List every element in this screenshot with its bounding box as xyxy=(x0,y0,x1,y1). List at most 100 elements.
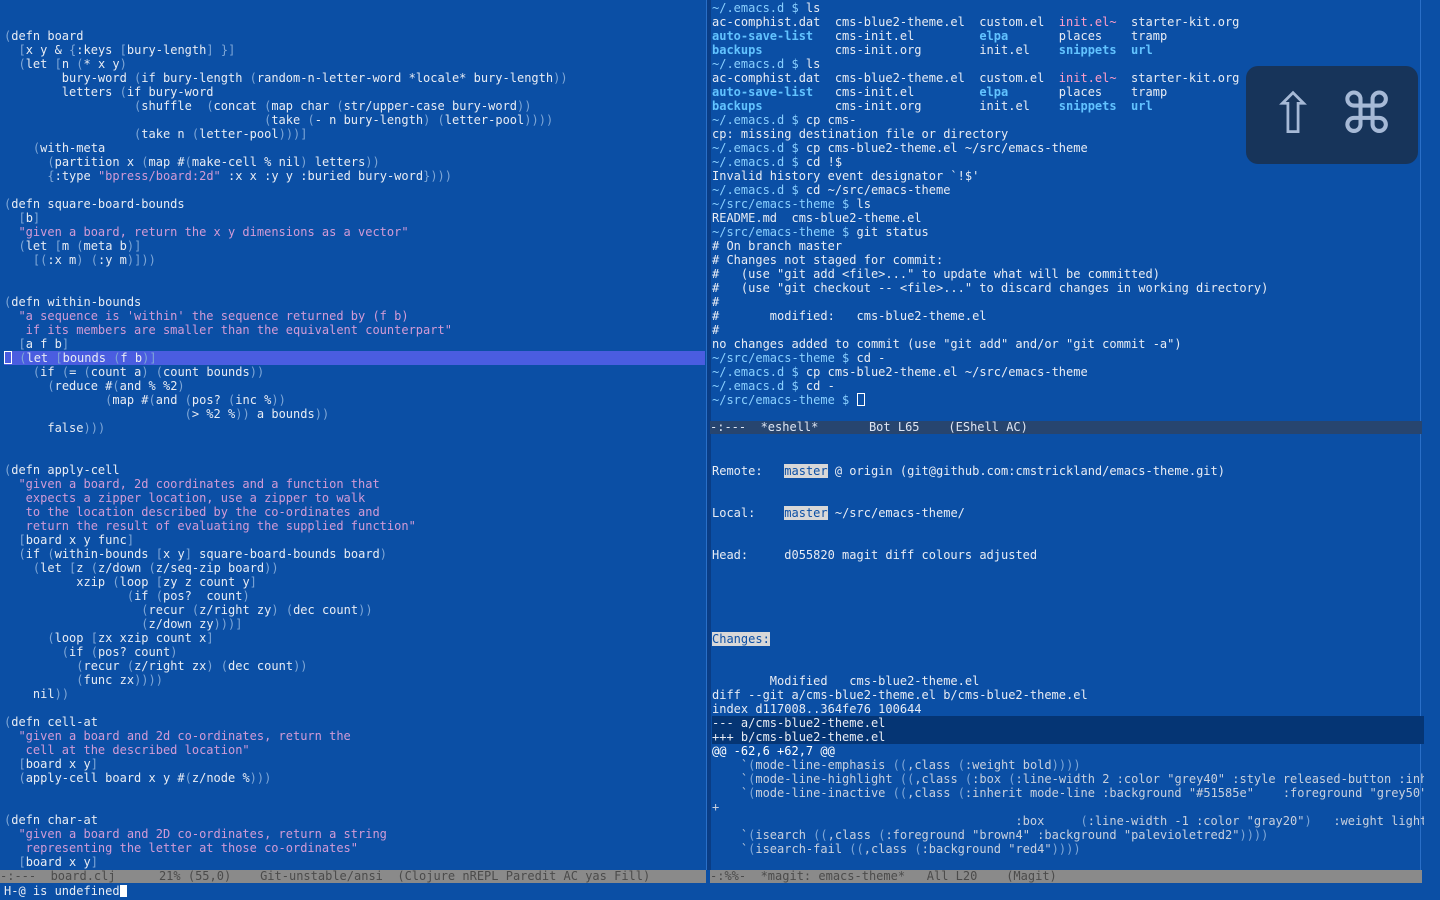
eshell-line: ~/.emacs.d $ cp cms-blue2-theme.el ~/src… xyxy=(712,365,1088,379)
diff-line: @@ -62,6 +62,7 @@ xyxy=(712,744,835,758)
code-line: (let [z (z/down (z/seq-zip board)) xyxy=(32,561,279,575)
code-line: (func zx)))) xyxy=(76,673,163,687)
eshell-line: ~/src/emacs-theme $ xyxy=(712,393,1418,407)
code-line: "given a board, return the x y dimension… xyxy=(18,225,409,239)
diff-line: :box (:line-width -1 :color "gray20") :w… xyxy=(712,814,1424,828)
eshell-modeline: -:--- *eshell* Bot L65 (EShell AC) xyxy=(710,421,1422,434)
eshell-line: ~/.emacs.d $ cd - xyxy=(712,379,835,393)
code-line: (defn apply-cell xyxy=(4,463,120,477)
eshell-line: ~/.emacs.d $ ls xyxy=(712,1,821,15)
local-label: Local: xyxy=(712,506,756,520)
head-rest: d055820 magit diff colours adjusted xyxy=(784,548,1038,562)
code-line: "given a board and 2d co-ordinates, retu… xyxy=(4,729,351,743)
code-line: nil)) xyxy=(4,687,70,701)
code-line: letters (if bury-word xyxy=(4,85,214,99)
remote-branch: master xyxy=(784,464,828,478)
code-line: (recur (z/right zy) (dec count)) xyxy=(141,603,373,617)
code-line: [x y & {:keys [bury-length] }] xyxy=(18,43,236,57)
code-line: (recur (z/right zx) (dec count)) xyxy=(76,659,308,673)
code-line: return the result of evaluating the supp… xyxy=(4,519,416,533)
magit-remote-line: Remote: master @ origin (git@github.com:… xyxy=(712,464,1424,478)
diff-line: --- a/cms-blue2-theme.el xyxy=(712,716,1424,730)
code-line: if its members are smaller than the equi… xyxy=(4,323,452,337)
diff-line: `(isearch-fail ((,class (:background "re… xyxy=(712,842,1081,856)
magit-buffer[interactable]: Remote: master @ origin (git@github.com:… xyxy=(712,436,1424,870)
code-line: (if (pos? count) xyxy=(61,645,178,659)
magit-diff[interactable]: Modified cms-blue2-theme.el diff --git a/… xyxy=(712,674,1424,856)
code-line: to the location described by the co-ordi… xyxy=(4,505,380,519)
code-line: [b] xyxy=(18,211,41,225)
eshell-line: no changes added to commit (use "git add… xyxy=(712,337,1182,351)
code-line: (map #(and (pos? (inc %)) xyxy=(105,393,286,407)
code-line: (take (- n bury-length) (letter-pool)))) xyxy=(264,113,554,127)
window-divider[interactable] xyxy=(706,0,711,870)
eshell-line: auto-save-list cms-init.el elpa places t… xyxy=(712,29,1168,43)
code-line: bury-word (if bury-length (random-n-lett… xyxy=(4,71,568,85)
code-line: representing the letter at those co-ordi… xyxy=(4,841,359,855)
remote-label: Remote: xyxy=(712,464,763,478)
eshell-line: # (use "git checkout -- <file>..." to di… xyxy=(712,281,1269,295)
code-line: cell at the described location" xyxy=(4,743,250,757)
eshell-line: ~/src/emacs-theme $ ls xyxy=(712,197,871,211)
diff-line: `(mode-line-highlight ((,class (:box (:l… xyxy=(712,772,1424,786)
magit-changes-line[interactable]: Changes: xyxy=(712,632,1424,646)
magit-local-line: Local: master ~/src/emacs-theme/ xyxy=(712,506,1424,520)
eshell-line: backups cms-init.org init.el snippets ur… xyxy=(712,43,1153,57)
cursor-line: (let [bounds (f b)] xyxy=(4,351,705,365)
head-label: Head: xyxy=(712,548,749,562)
local-branch: master xyxy=(784,506,828,520)
clojure-modeline: -:--- board.clj 21% (55,0) Git-unstable/… xyxy=(0,870,706,883)
code-line: xzip (loop [zy z count y] xyxy=(4,575,257,589)
eshell-line: # On branch master xyxy=(712,239,843,253)
code-line: [board x y] xyxy=(18,757,98,771)
eshell-line: # (use "git add <file>..." to update wha… xyxy=(712,267,1160,281)
diff-line: diff --git a/cms-blue2-theme.el b/cms-bl… xyxy=(712,688,1088,702)
eshell-line: ac-comphist.dat cms-blue2-theme.el custo… xyxy=(712,15,1240,29)
clojure-buffer[interactable]: (defn board [x y & {:keys [bury-length] … xyxy=(4,29,705,871)
code-line: (defn within-bounds xyxy=(4,295,142,309)
code-line: (let [n (* x y) xyxy=(18,57,127,71)
diff-line: + xyxy=(712,800,720,814)
code-line: (defn cell-at xyxy=(4,715,98,729)
code-line: [board x y] xyxy=(18,855,98,869)
code-line: "given a board and 2D co-ordinates, retu… xyxy=(4,827,387,841)
diff-line: `(mode-line-inactive ((,class (:inherit … xyxy=(712,786,1424,800)
key-shortcut-overlay: ⇧ ⌘ xyxy=(1246,66,1418,164)
code-line: "a sequence is 'within' the sequence ret… xyxy=(4,309,409,323)
changes-label: Changes: xyxy=(712,632,770,646)
minibuffer-message: H-@ is undefined xyxy=(4,884,120,898)
eshell-line: # Changes not staged for commit: xyxy=(712,253,944,267)
eshell-buffer[interactable]: ~/.emacs.d $ ls ac-comphist.dat cms-blue2… xyxy=(712,1,1418,419)
code-line: (with-meta xyxy=(32,141,106,155)
code-line: (z/down zy)))] xyxy=(141,617,243,631)
minibuffer-cursor xyxy=(119,885,127,897)
eshell-line: ~/src/emacs-theme $ cd - xyxy=(712,351,886,365)
eshell-line: # xyxy=(712,323,720,337)
code-line: false))) xyxy=(4,421,106,435)
diff-line: `(mode-line-emphasis ((,class (:weight b… xyxy=(712,758,1081,772)
eshell-line: # xyxy=(712,295,720,309)
code-line: (loop [zx xzip count x] xyxy=(47,631,214,645)
eshell-line: ~/src/emacs-theme $ git status xyxy=(712,225,929,239)
magit-modeline: -:%%- *magit: emacs-theme* All L20 (Magi… xyxy=(710,870,1422,883)
code-line: (shuffle (concat (map char (str/upper-ca… xyxy=(134,99,532,113)
minibuffer[interactable]: H-@ is undefined xyxy=(4,884,127,898)
code-line: (defn square-board-bounds xyxy=(4,197,185,211)
code-line: [(:x m) (:y m)])) xyxy=(32,253,156,267)
code-line: (defn board xyxy=(4,29,84,43)
eshell-cursor xyxy=(856,393,865,406)
diff-line: index d117008..364fe76 100644 xyxy=(712,702,922,716)
shift-key-icon: ⇧ xyxy=(1269,82,1317,147)
code-line: (defn char-at xyxy=(4,813,98,827)
code-line: (if (= (count a) (count bounds)) xyxy=(32,365,265,379)
code-line: (let [m (meta b)] xyxy=(18,239,142,253)
command-key-icon: ⌘ xyxy=(1338,82,1395,147)
magit-head-line: Head: d055820 magit diff colours adjuste… xyxy=(712,548,1424,562)
eshell-line: Invalid history event designator `!$' xyxy=(712,169,980,183)
